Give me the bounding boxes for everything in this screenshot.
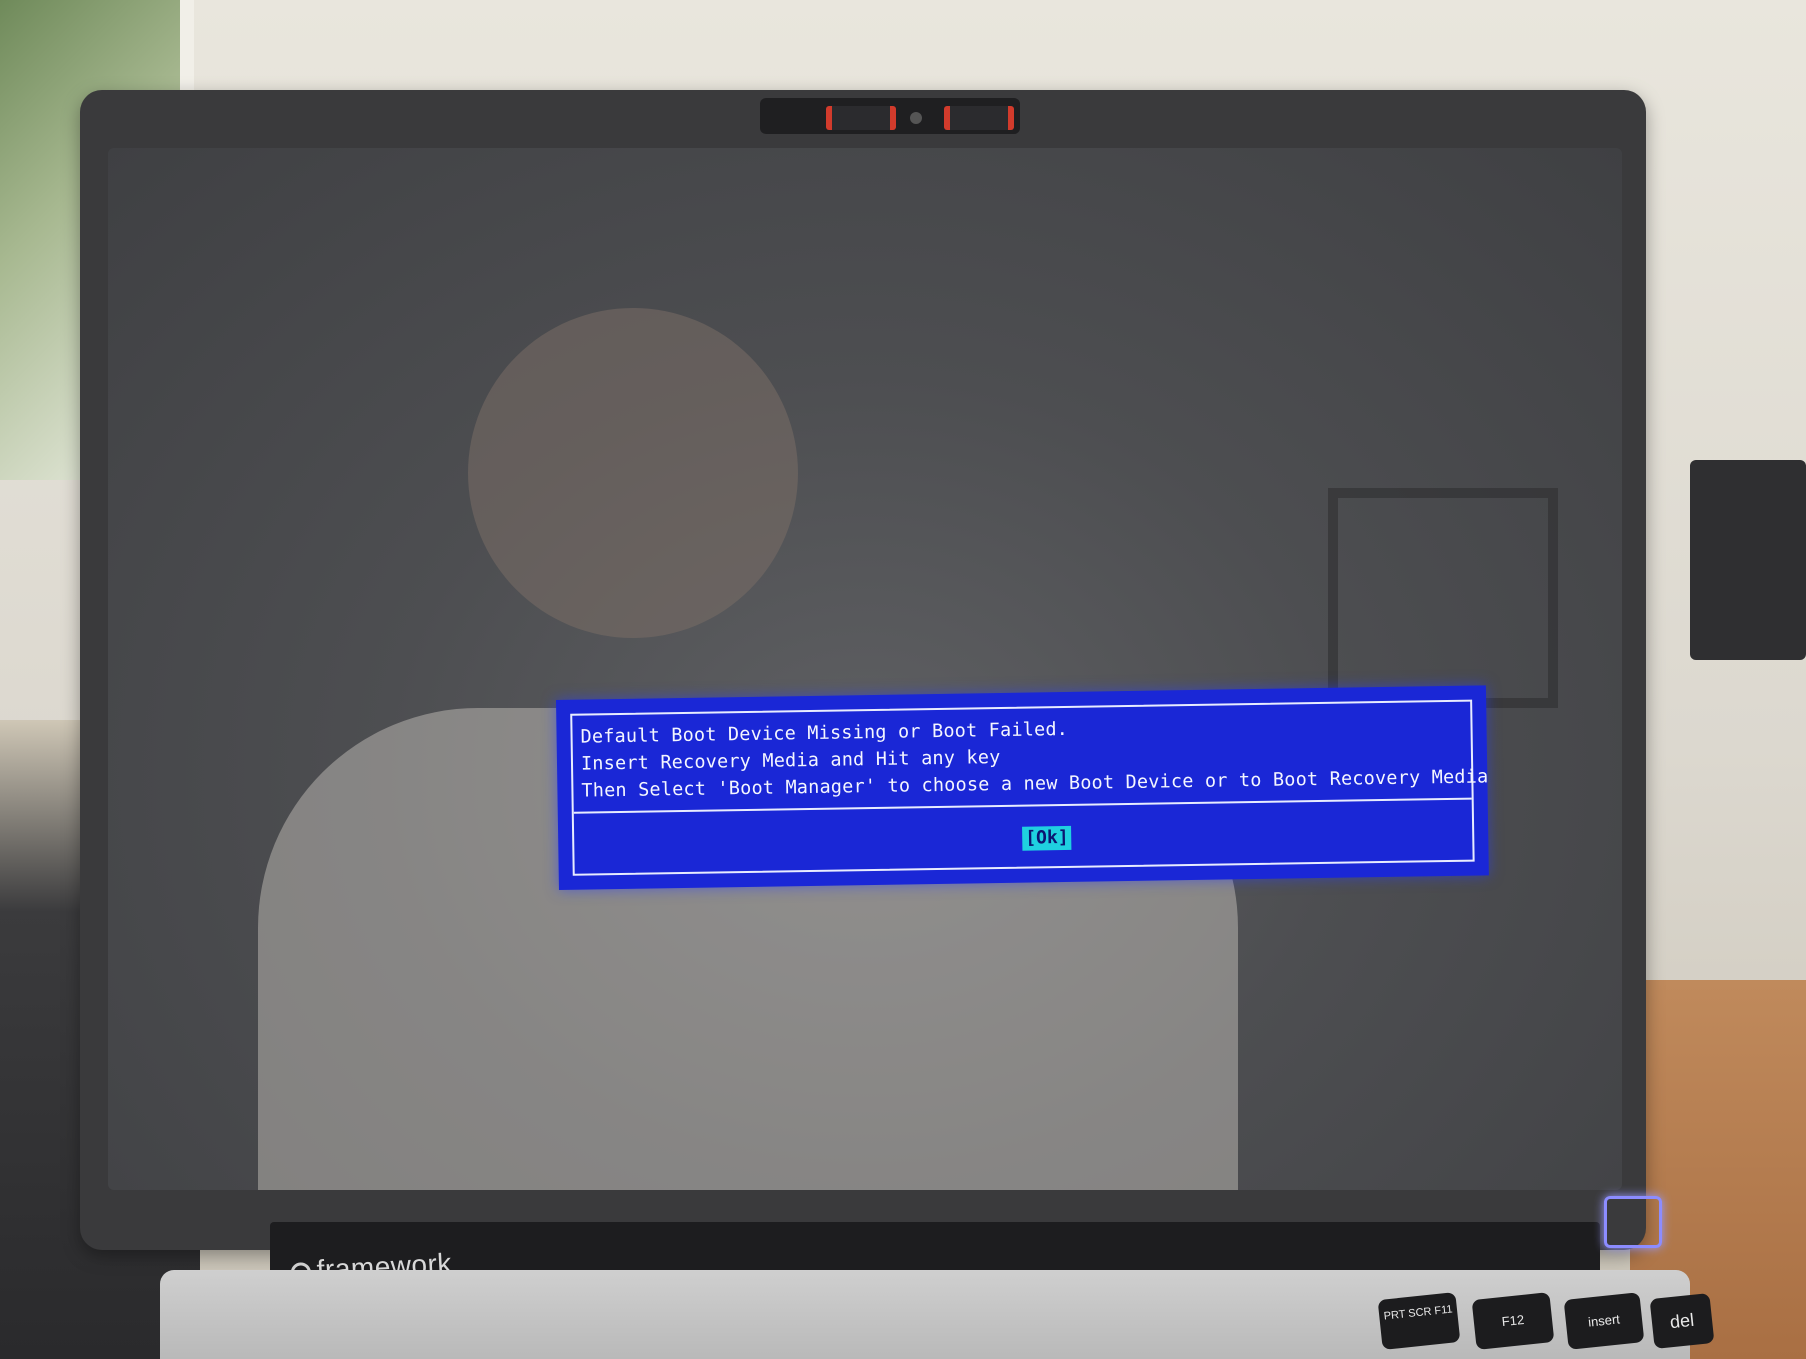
boot-error-dialog: Default Boot Device Missing or Boot Fail… <box>556 685 1489 890</box>
power-button[interactable] <box>1604 1196 1662 1248</box>
keyboard-stand-background <box>1690 460 1806 660</box>
key-prt-scr[interactable]: PRT SCR F11 <box>1377 1292 1461 1350</box>
key-del[interactable]: del <box>1649 1293 1715 1349</box>
dialog-border: Default Boot Device Missing or Boot Fail… <box>570 699 1489 876</box>
reflection-picture-frame <box>1328 488 1558 708</box>
laptop-screen: Default Boot Device Missing or Boot Fail… <box>108 148 1622 1190</box>
screen-hinge <box>270 1222 1600 1276</box>
keyboard-deck <box>160 1270 1690 1359</box>
reflection-person-head <box>468 308 798 638</box>
dialog-message: Default Boot Device Missing or Boot Fail… <box>580 710 1488 805</box>
mic-privacy-switch[interactable] <box>944 106 1014 130</box>
key-insert[interactable]: insert <box>1563 1292 1645 1350</box>
camera-privacy-switch[interactable] <box>826 106 896 130</box>
camera-lens-icon <box>910 112 922 124</box>
ok-button[interactable]: [Ok] <box>1022 825 1072 851</box>
key-f12[interactable]: F12 <box>1471 1292 1555 1350</box>
